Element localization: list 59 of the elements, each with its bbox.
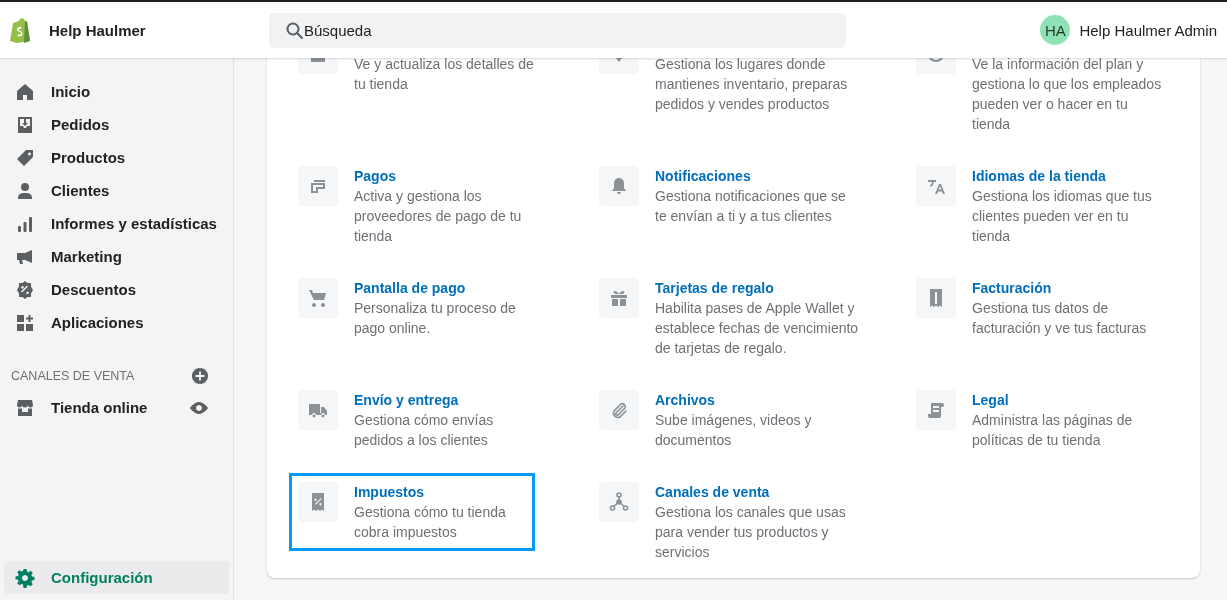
settings-description: Habilita pases de Apple Wallet y establece fechas de vencimiento de tarjetas de regalo. <box>655 299 859 358</box>
settings-link[interactable]: Pagos <box>354 166 522 186</box>
search-field[interactable]: Búsqueda <box>269 12 846 48</box>
section-heading: CANALES DE VENTA <box>11 369 135 383</box>
discount-badge-icon <box>15 279 35 300</box>
paperclip-icon <box>599 390 639 430</box>
settings-link[interactable]: Impuestos <box>354 482 506 502</box>
settings-description: Gestiona los idiomas que tus clientes pueden ver en tu tienda <box>972 187 1152 246</box>
settings-link[interactable]: Idiomas de la tienda <box>972 166 1152 186</box>
settings-description: Gestiona cómo envías pedidos a los clientes <box>354 411 494 450</box>
person-icon <box>15 180 35 201</box>
nav-item[interactable]: Clientes <box>4 174 229 207</box>
shopping-cart-icon <box>298 278 338 318</box>
nav-item[interactable]: Pedidos <box>4 108 229 141</box>
home-icon <box>15 81 35 102</box>
settings-link[interactable]: Notificaciones <box>655 166 846 186</box>
receipt-icon <box>916 278 956 318</box>
truck-icon <box>298 390 338 430</box>
settings-description: Personaliza tu proceso de pago online. <box>354 299 516 338</box>
settings-description: Administra las páginas de políticas de tu tienda <box>972 411 1133 450</box>
settings-link[interactable]: Canales de venta <box>655 482 846 502</box>
settings-link[interactable]: Legal <box>972 390 1133 410</box>
nav-item[interactable]: Productos <box>4 141 229 174</box>
gear-icon <box>15 567 35 588</box>
settings-description: Gestiona los canales que usas para vender tus productos y servicios <box>655 503 846 562</box>
network-icon <box>599 482 639 522</box>
nav-item[interactable]: Tienda online <box>4 391 229 424</box>
settings-link[interactable]: Pantalla de pago <box>354 278 516 298</box>
tag-icon <box>15 147 35 168</box>
settings-description: Sube imágenes, videos y documentos <box>655 411 812 450</box>
nav-item[interactable]: Configuración <box>4 561 229 594</box>
credit-card-icon <box>298 166 338 206</box>
settings-description: Gestiona cómo tu tienda cobra impuestos <box>354 503 506 542</box>
apps-icon <box>15 312 35 333</box>
nav-item[interactable]: Descuentos <box>4 273 229 306</box>
settings-description: Gestiona los lugares donde mantienes inventario, preparas pedidos y vendes productos <box>655 55 848 114</box>
user-name[interactable]: Help Haulmer Admin <box>1079 21 1217 39</box>
settings-description: Ve y actualiza los detalles de tu tienda <box>354 55 534 94</box>
inbox-icon <box>15 114 35 135</box>
store-name: Help Haulmer <box>49 21 146 39</box>
bell-icon <box>599 166 639 206</box>
settings-link[interactable]: Tarjetas de regalo <box>655 278 859 298</box>
settings-link[interactable]: Facturación <box>972 278 1147 298</box>
nav-item[interactable]: Aplicaciones <box>4 306 229 339</box>
settings-link[interactable]: Archivos <box>655 390 812 410</box>
nav-item[interactable]: Inicio <box>4 75 229 108</box>
settings-link[interactable]: Envío y entrega <box>354 390 494 410</box>
nav-item[interactable]: Informes y estadísticas <box>4 207 229 240</box>
shopping-bag-logo[interactable] <box>10 17 32 43</box>
settings-description: Activa y gestiona los proveedores de pago de tu tienda <box>354 187 522 246</box>
settings-description: Gestiona tus datos de facturación y ve tus facturas <box>972 299 1147 338</box>
gift-icon <box>599 278 639 318</box>
scroll-icon <box>916 390 956 430</box>
settings-description: Gestiona notificaciones que se te envían a ti y a tus clientes <box>655 187 846 226</box>
user-avatar[interactable]: HA <box>1040 15 1071 45</box>
translate-icon <box>916 166 956 206</box>
nav-item[interactable]: Marketing <box>4 240 229 273</box>
tax-receipt-icon <box>298 482 338 522</box>
settings-description: Ve la información del plan y gestiona lo que los empleados pueden ver o hacer en tu tienda <box>972 55 1162 134</box>
